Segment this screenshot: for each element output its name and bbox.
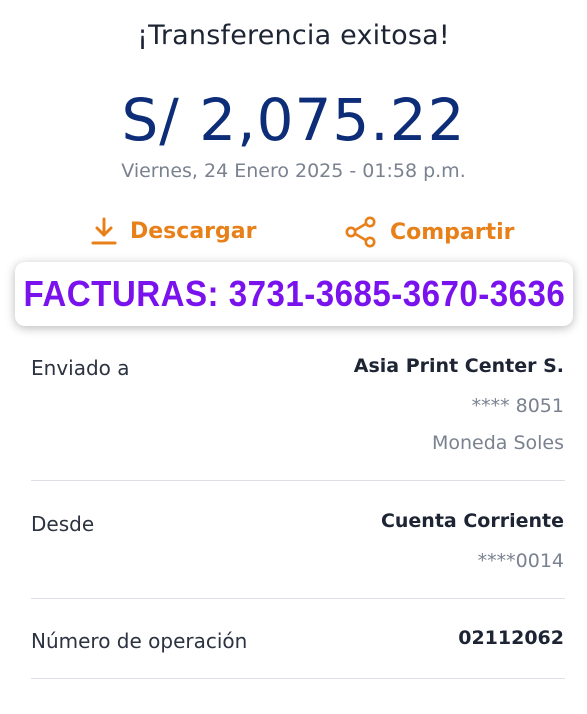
divider [31,598,565,599]
facturas-text: FACTURAS: 3731-3685-3670-3636 [23,273,565,314]
recipient-currency: Moneda Soles [431,432,564,454]
page-title: ¡Transferencia exitosa! [137,20,450,51]
divider [31,678,565,679]
from-account-number: ****0014 [477,550,564,572]
from-label: Desde [31,512,95,536]
sent-to-label: Enviado a [31,356,130,380]
download-icon [90,216,118,246]
share-label: Compartir [390,219,515,245]
recipient-account: **** 8051 [471,395,564,417]
from-account-type: Cuenta Corriente [380,510,564,532]
download-button[interactable]: Descargar [90,216,256,246]
transfer-amount: S/ 2,075.22 [121,86,466,154]
recipient-name: Asia Print Center S. [353,355,564,377]
download-label: Descargar [130,218,257,244]
share-icon [344,216,378,248]
share-button[interactable]: Compartir [344,216,515,248]
operation-label: Número de operación [31,629,248,653]
transfer-datetime: Viernes, 24 Enero 2025 - 01:58 p.m. [121,160,466,182]
action-bar: Descargar Compartir [0,216,587,252]
divider [31,480,565,481]
operation-number: 02112062 [458,627,564,649]
facturas-banner: FACTURAS: 3731-3685-3670-3636 [15,262,573,326]
